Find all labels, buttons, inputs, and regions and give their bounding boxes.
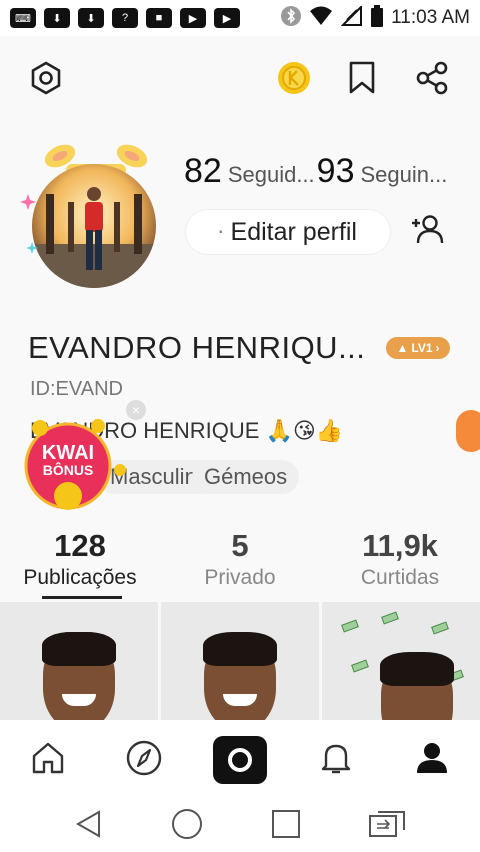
profile-name: EVANDRO HENRIQU... [28, 330, 366, 365]
level-text: LV1 [411, 341, 433, 355]
camera-icon [213, 736, 267, 784]
chevron-right-icon: › [435, 341, 440, 355]
add-user-icon [410, 214, 444, 249]
money-bill [431, 621, 449, 635]
avatar [32, 164, 156, 288]
coin-icon [276, 60, 312, 101]
edit-profile-label: Editar perfil [230, 217, 357, 246]
bookmark-icon [346, 61, 378, 100]
bonus-line2: BÔNUS [42, 462, 94, 478]
level-arrow-icon: ▲ [396, 341, 409, 355]
stat-likes[interactable]: 11,9k Curtidas [320, 528, 480, 600]
stat-publications[interactable]: 128 Publicações [0, 528, 160, 600]
nav-notifications[interactable] [308, 732, 364, 788]
followers-count[interactable]: 93 [317, 152, 355, 191]
stat-value: 5 [231, 528, 249, 563]
zodiac-tag: Gémeos [192, 460, 300, 494]
nav-camera[interactable] [212, 732, 268, 788]
following-label[interactable]: Seguid... [228, 162, 315, 188]
video-thumbnail[interactable] [322, 602, 480, 720]
nav-profile[interactable] [404, 732, 460, 788]
thumbnail-hair [42, 632, 116, 666]
qa-icon: ? [112, 8, 138, 28]
nav-discover[interactable] [116, 732, 172, 788]
stat-private[interactable]: 5 Privado [160, 528, 320, 600]
video-thumbnail[interactable] [161, 602, 319, 720]
money-bill [341, 619, 359, 633]
status-time: 11:03 AM [391, 7, 470, 28]
settings-icon [28, 60, 64, 101]
following-count[interactable]: 82 [184, 152, 222, 191]
edit-profile-button[interactable]: ▪ Editar perfil [186, 210, 390, 254]
sparkle-icon [26, 242, 38, 254]
wifi-icon [309, 6, 333, 31]
add-friend-button[interactable] [404, 208, 450, 254]
switch-app-icon[interactable] [368, 810, 406, 843]
followers-label[interactable]: Seguin... [361, 162, 448, 188]
bottom-navigation [0, 720, 480, 800]
close-bonus-button[interactable]: × [126, 400, 146, 420]
floating-side-button[interactable] [456, 410, 480, 452]
stat-label: Privado [204, 566, 276, 589]
stat-value: 11,9k [362, 528, 438, 563]
follow-counts: 82 Seguid... 93 Seguin... [184, 152, 447, 191]
bell-icon [319, 741, 353, 780]
active-tab-indicator [42, 596, 122, 599]
stat-label: Publicações [23, 566, 137, 589]
money-bill [381, 611, 399, 625]
coin-button[interactable] [272, 58, 316, 102]
money-bill [351, 659, 369, 673]
video-thumbnail[interactable] [0, 602, 158, 720]
profile-top-bar [0, 52, 480, 108]
status-bar: ⌨ ⬇ ⬇ ? ■ ▶ ▶ 11:03 AM [0, 0, 480, 36]
edit-icon: ▪ [219, 226, 223, 238]
bluetooth-icon [281, 5, 302, 32]
system-navigation [0, 800, 480, 852]
home-icon [31, 742, 65, 779]
download-icon: ⬇ [44, 8, 70, 28]
sparkle-icon [20, 194, 36, 210]
thumbnail-hair [203, 632, 277, 666]
thumbnail-hair [380, 652, 454, 686]
compass-icon [126, 740, 162, 781]
level-badge[interactable]: ▲ LV1 › [386, 337, 450, 359]
stat-value: 128 [54, 528, 106, 563]
keyboard-icon: ⌨ [10, 8, 36, 28]
settings-button[interactable] [24, 58, 68, 102]
download-icon: ⬇ [78, 8, 104, 28]
close-icon: × [131, 402, 141, 418]
stat-label: Curtidas [360, 566, 440, 589]
video-icon: ■ [146, 8, 172, 28]
avatar-container[interactable] [18, 138, 168, 288]
home-circle-icon[interactable] [171, 808, 203, 845]
profile-stats: 128 Publicações 5 Privado 11,9k Curtidas [0, 528, 480, 600]
profile-id: ID:EVAND [30, 378, 123, 400]
share-button[interactable] [410, 58, 454, 102]
profile-icon [415, 741, 449, 780]
youtube-icon: ▶ [214, 8, 240, 28]
nav-home[interactable] [20, 732, 76, 788]
signal-icon [340, 4, 363, 31]
share-icon [415, 61, 449, 100]
youtube-icon: ▶ [180, 8, 206, 28]
battery-icon [371, 4, 384, 32]
recents-icon[interactable] [271, 809, 301, 844]
video-grid [0, 602, 480, 720]
bookmark-button[interactable] [340, 58, 384, 102]
kwai-bonus-widget[interactable]: KWAI BÔNUS [22, 418, 126, 510]
back-icon[interactable] [74, 809, 104, 844]
